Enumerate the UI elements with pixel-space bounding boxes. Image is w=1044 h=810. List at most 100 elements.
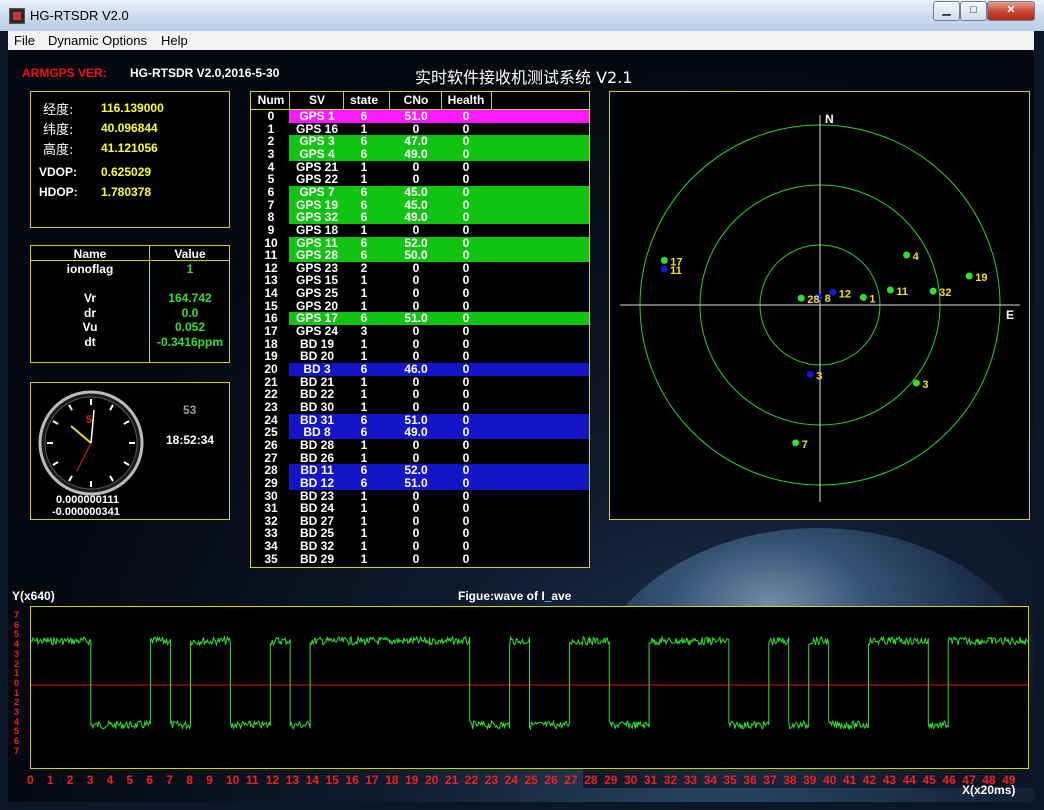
row-health: 0 [462,501,470,516]
wave-x-label: X(x20ms) [962,783,1016,797]
row-num: 35 [264,551,278,566]
y-tick-label: 6 [14,619,20,630]
satellite-label: 12 [839,288,851,300]
clock-value-1: 0.000000111 [56,494,120,506]
maximize-button[interactable]: □ [960,1,987,21]
row-state: 1 [360,501,368,516]
x-tick-label: 44 [902,773,916,787]
col-divider [441,92,442,109]
row-sv: GPS 4 [299,146,335,161]
table-row[interactable]: 0 GPS 1 6 51.0 0 [251,110,589,123]
satellite-label: 11 [670,265,682,277]
table-row[interactable]: 8 GPS 32 6 49.0 0 [251,210,589,225]
table-row[interactable]: 23 BD 30 1 0 0 [251,399,589,414]
x-tick-label: 17 [365,773,379,787]
row-state: 1 [360,286,368,301]
row-health: 0 [462,146,470,161]
row-num: 29 [264,475,278,490]
y-tick-label: 6 [14,736,20,747]
row-health: 0 [462,324,470,339]
table-row[interactable]: 31 BD 24 1 0 0 [251,501,589,516]
row-num: 14 [264,286,278,301]
x-tick-label: 27 [564,773,578,787]
version-label: ARMGPS VER: [22,66,107,80]
lat-label: 纬度: [43,123,74,138]
row-num: 11 [264,248,278,263]
row-num: 28 [264,463,278,478]
satellite-dot[interactable] [929,287,937,295]
param-name: dr [84,305,96,320]
x-tick-label: 41 [842,773,857,787]
table-row[interactable]: 9 GPS 18 1 0 0 [251,222,589,237]
param-value: -0.3416ppm [156,334,224,349]
x-tick-label: 2 [66,773,74,787]
close-button[interactable]: ✕ [987,1,1035,21]
menu-help[interactable]: Help [161,33,188,48]
satellite-dot[interactable] [806,370,814,378]
x-tick-label: 45 [922,773,936,787]
satellite-dot[interactable] [660,256,668,264]
x-tick-label: 40 [823,773,837,787]
row-cno: 0 [412,399,420,414]
satellite-dot[interactable] [792,439,800,447]
satellite-dot[interactable] [886,286,894,294]
row-num: 6 [267,184,275,199]
table-row[interactable]: 35 BD 29 1 0 0 [251,551,589,566]
row-health: 0 [462,184,470,199]
x-tick-label: 35 [723,773,737,787]
satellite-dot[interactable] [903,251,911,259]
row-sv: GPS 18 [295,222,339,237]
table-row[interactable]: 34 BD 32 1 0 0 [251,540,589,553]
row-sv: BD 3 [303,362,331,376]
clock-seconds: 53 [183,403,197,417]
x-tick-label: 33 [683,773,698,787]
menu-bar: File Dynamic Options Help [8,31,1034,51]
x-tick-label: 21 [444,773,459,787]
satellite-dot[interactable] [660,265,668,273]
x-tick-label: 25 [524,773,538,787]
row-cno: 46.0 [404,362,428,376]
x-tick-label: 37 [763,773,777,787]
x-tick-label: 7 [166,773,173,787]
table-row[interactable]: 14 GPS 25 1 0 0 [251,286,589,301]
satellite-dot[interactable] [797,294,805,302]
x-tick-label: 14 [305,773,319,787]
table-row[interactable]: 3 GPS 4 6 49.0 0 [251,146,589,161]
row-sv: GPS 28 [295,248,339,263]
x-tick-label: 18 [385,773,399,787]
minimize-button[interactable]: ▁ [933,1,960,21]
row-state: 1 [360,437,368,452]
row-state: 1 [360,551,368,566]
satellite-dot[interactable] [965,272,973,280]
col-divider [389,92,390,109]
satellite-label: 8 [825,293,831,305]
table-row[interactable]: 6 GPS 7 6 45.0 0 [251,184,589,199]
table-row[interactable]: 11 GPS 28 6 50.0 0 [251,248,589,263]
x-tick-label: 28 [584,773,598,787]
x-tick-label: 13 [285,773,300,787]
table-row[interactable]: 28 BD 11 6 52.0 0 [251,463,589,478]
menu-dynamic-options[interactable]: Dynamic Options [48,33,147,48]
skyplot: N E 41119321128281711337 [620,112,1020,502]
clock-value-2: -0.000000341 [52,506,120,518]
row-health: 0 [462,210,470,225]
row-cno: 0 [412,501,420,516]
satellite-dot[interactable] [859,293,867,301]
row-num: 17 [264,324,278,339]
table-row[interactable]: 17 GPS 24 3 0 0 [251,324,589,339]
col-health: Health [447,93,485,107]
row-sv: BD 30 [299,399,334,414]
x-tick-label: 5 [126,773,134,787]
table-row[interactable]: 29 BD 12 6 51.0 0 [251,475,589,490]
table-row[interactable]: 20 BD 3 6 46.0 0 [251,362,589,376]
x-tick-label: 1 [46,773,54,787]
x-tick-label: 16 [345,773,359,787]
menu-file[interactable]: File [14,33,35,48]
alt-label: 高度: [43,143,74,158]
row-state: 6 [360,184,368,199]
satellite-dot[interactable] [912,379,920,387]
param-header-value: Value [174,247,206,261]
y-tick-label: 0 [14,677,20,688]
param-value: 0.052 [174,320,206,334]
table-row[interactable]: 26 BD 28 1 0 0 [251,437,589,452]
